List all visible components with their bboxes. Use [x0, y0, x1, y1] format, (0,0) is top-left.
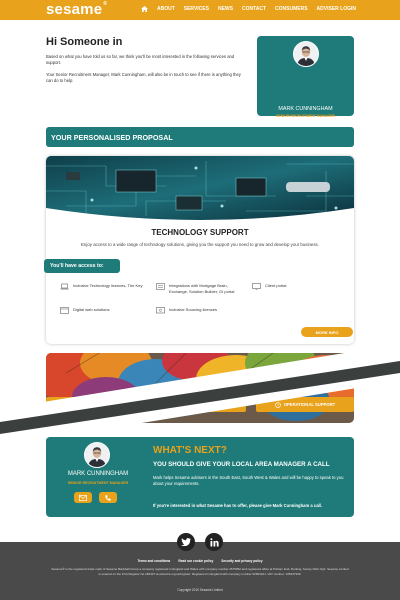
footer-link-cookies[interactable]: Read our cookie policy — [178, 559, 213, 563]
page-title: Hi Someone in — [46, 36, 123, 48]
laptop-icon — [60, 283, 69, 290]
tab-technology[interactable] — [46, 397, 142, 412]
footer-links: Terms and conditions Read our cookie pol… — [0, 559, 400, 563]
twitter-link[interactable] — [177, 533, 195, 551]
manager-name: MARK CUNNINGHAM — [278, 106, 333, 112]
whats-next-paragraph: Mark helps Sesame advisers in the South … — [153, 475, 344, 486]
whats-next-title: WHAT'S NEXT? — [153, 445, 227, 456]
nav-news[interactable]: NEWS — [218, 6, 233, 12]
umbrellas-image — [46, 353, 354, 423]
more-info-button[interactable]: MORE INFO — [301, 327, 353, 337]
tab-operational-support[interactable]: OPERATIONAL SUPPORT — [256, 397, 354, 412]
nav-adviser-login[interactable]: ADVISER LOGIN — [317, 6, 356, 12]
intro-paragraph: Based on what you have told us so far, w… — [46, 54, 235, 65]
next-manager-name: MARK CUNNINGHAM — [67, 471, 129, 477]
twitter-icon — [181, 538, 191, 546]
whats-next-card: MARK CUNNINGHAM SENIOR RECRUITMENT MANAG… — [46, 437, 354, 517]
intro-paragraph-manager: Your Senior Recruitment Manager, Mark Cu… — [46, 72, 241, 83]
phone-icon — [105, 494, 111, 501]
access-badge: You'll have access to: — [44, 259, 120, 273]
sesame-logo[interactable]: sesame® — [46, 1, 107, 18]
proposal-heading-bar: YOUR PERSONALISED PROPOSAL — [46, 127, 354, 147]
manager-card: MARK CUNNINGHAM SENIOR RECRUITMENT MANAG… — [257, 36, 354, 138]
feature-technology-licences: Inclusive Technology licences, The Key — [60, 283, 150, 290]
monitor-icon — [252, 283, 261, 290]
feature-sourcing-licences: Inclusive Sourcing licences — [156, 307, 246, 314]
proposal-heading: YOUR PERSONALISED PROPOSAL — [51, 133, 173, 142]
technology-subtitle: Enjoy access to a wide range of technolo… — [81, 242, 319, 247]
next-manager-role: SENIOR RECRUITMENT MANAGER — [67, 481, 129, 485]
linkedin-link[interactable] — [205, 533, 223, 551]
operational-support-icon — [274, 401, 281, 408]
next-phone-button[interactable] — [99, 492, 117, 503]
nav-links: ABOUT SERVICES NEWS CONTACT CONSUMERS AD… — [140, 6, 356, 12]
top-navigation-bar: sesame® ABOUT SERVICES NEWS CONTACT CONS… — [0, 0, 400, 20]
nav-services[interactable]: SERVICES — [184, 6, 209, 12]
nav-about[interactable]: ABOUT — [157, 6, 175, 12]
manager-role: SENIOR RECRUITMENT MANAGER — [276, 114, 335, 118]
integration-icon — [156, 283, 165, 290]
footer: Terms and conditions Read our cookie pol… — [0, 533, 400, 600]
feature-integrations: Integrations with Mortgage Brain, Exchan… — [156, 283, 246, 295]
feature-client-portal: Client portal — [252, 283, 342, 290]
email-icon — [79, 494, 87, 501]
circuit-board-image — [46, 156, 354, 220]
web-icon — [60, 307, 69, 314]
feature-digital-web: Digital web solutions — [60, 307, 150, 314]
whats-next-cta: If you're interested in what Sesame has … — [153, 503, 323, 508]
avatar — [84, 442, 110, 468]
footer-link-privacy[interactable]: Security and privacy policy — [221, 559, 262, 563]
footer-link-terms[interactable]: Terms and conditions — [137, 559, 170, 563]
linkedin-icon — [209, 537, 219, 546]
umbrella-image-card: COMMERCIAL TERMS OPERATIONAL SUPPORT — [46, 353, 354, 423]
whats-next-subtitle: YOU SHOULD GIVE YOUR LOCAL AREA MANAGER … — [153, 461, 330, 468]
technology-title: TECHNOLOGY SUPPORT — [151, 228, 249, 237]
nav-consumers[interactable]: CONSUMERS — [275, 6, 308, 12]
home-icon[interactable] — [140, 6, 148, 12]
technology-support-card: TECHNOLOGY SUPPORT Enjoy access to a wid… — [46, 156, 354, 344]
tab-commercial-terms[interactable]: COMMERCIAL TERMS — [150, 397, 246, 412]
footer-copyright: Copyright 2019 Sesame Limited — [177, 588, 223, 592]
nav-contact[interactable]: CONTACT — [242, 6, 266, 12]
next-email-button[interactable] — [74, 492, 92, 503]
footer-legal-text: Sesame® is the registered trade mark of … — [51, 567, 349, 576]
license-icon — [156, 307, 165, 314]
avatar — [293, 41, 319, 67]
